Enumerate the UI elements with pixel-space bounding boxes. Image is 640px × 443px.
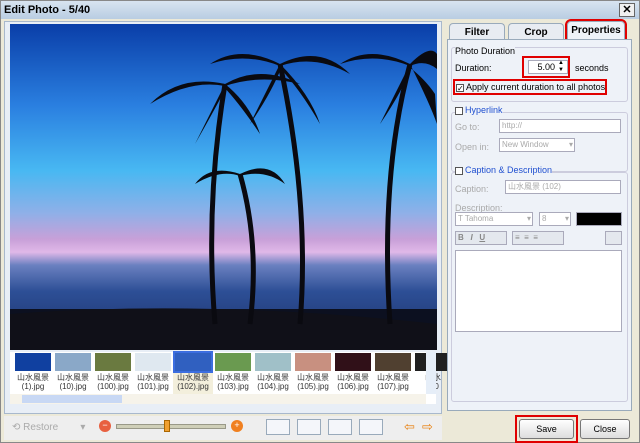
open-in-value: New Window xyxy=(502,140,549,149)
flip-horizontal-icon[interactable] xyxy=(328,419,352,435)
thumbnail-image xyxy=(135,353,171,371)
thumbnail-name: 山水風景 xyxy=(377,373,409,382)
thumbnail-name: 山水風景 xyxy=(57,373,89,382)
restore-button[interactable]: ⟲ Restore ▾ xyxy=(12,422,85,433)
zoom-slider-handle[interactable] xyxy=(163,420,170,432)
font-size-value: 8 xyxy=(542,214,547,223)
window-title: Edit Photo - 5/40 xyxy=(4,4,91,16)
align-center-icon[interactable]: ≡ xyxy=(524,233,529,242)
goto-label: Go to: xyxy=(455,122,480,132)
italic-button[interactable]: I xyxy=(470,233,472,242)
thumbnail-file: (107).jpg xyxy=(377,382,409,391)
checkbox-unchecked[interactable] xyxy=(455,166,463,175)
thumbnail-image xyxy=(375,353,411,371)
thumbnail-name: 山水風景 xyxy=(177,373,209,382)
thumbnail-name: 山水風景 xyxy=(257,373,289,382)
photo-panel: 山水(10山水風景(107).jpg山水風景(106).jpg山水風景(105)… xyxy=(4,21,451,414)
thumbnail-image xyxy=(55,353,91,371)
tab-properties[interactable]: Properties xyxy=(565,19,627,43)
next-photo-icon[interactable]: ⇨ xyxy=(422,419,433,435)
underline-button[interactable]: U xyxy=(479,233,485,242)
scrollbar-thumb[interactable] xyxy=(22,395,122,403)
previous-photo-icon[interactable]: ⇦ xyxy=(404,419,415,435)
caption-checkbox[interactable]: Caption & Description xyxy=(455,165,553,175)
thumbnail-strip: 山水(10山水風景(107).jpg山水風景(106).jpg山水風景(105)… xyxy=(10,351,451,404)
close-button[interactable]: Close xyxy=(580,419,630,439)
thumbnail-vertical-scrollbar[interactable] xyxy=(426,352,436,394)
text-style-buttons: B I U xyxy=(455,231,507,245)
duration-highlight xyxy=(522,56,570,78)
zoom-out-icon[interactable]: − xyxy=(99,420,111,432)
hyperlink-checkbox[interactable]: Hyperlink xyxy=(455,105,503,115)
thumbnail-file: (105).jpg xyxy=(297,382,329,391)
save-highlight xyxy=(515,415,578,443)
zoom-in-icon[interactable]: + xyxy=(231,420,243,432)
duration-label: Duration: xyxy=(455,63,492,73)
thumbnail-name: 山水風景 xyxy=(217,373,249,382)
thumbnail-file: (104).jpg xyxy=(257,382,289,391)
thumbnail-name: 山水風景 xyxy=(97,373,129,382)
insert-icon[interactable] xyxy=(605,231,622,245)
bold-button[interactable]: B xyxy=(458,233,464,242)
photo-toolbar: ⟲ Restore ▾ − + ⇦ ⇨ xyxy=(4,416,442,440)
thumbnail-file: (101).jpg xyxy=(137,382,169,391)
close-icon[interactable]: ✕ xyxy=(619,3,635,17)
edit-photo-window: Edit Photo - 5/40 ✕ 山水(10山水風景(107).jpg山水… xyxy=(0,0,640,443)
thumbnail-file: (100).jpg xyxy=(97,382,129,391)
thumbnail-horizontal-scrollbar[interactable] xyxy=(10,394,426,404)
thumbnail-image xyxy=(173,351,213,373)
palm-trees-image xyxy=(10,50,437,350)
thumbnail-file: (106).jpg xyxy=(337,382,369,391)
apply-all-highlight xyxy=(453,79,607,95)
rotate-right-icon[interactable] xyxy=(297,419,321,435)
font-size-select[interactable]: 8 ▾ xyxy=(539,212,571,226)
thumbnail-image xyxy=(295,353,331,371)
photo-preview xyxy=(10,24,437,350)
align-left-icon[interactable]: ≡ xyxy=(515,233,520,242)
thumbnail-image xyxy=(215,353,251,371)
thumbnail-image xyxy=(335,353,371,371)
align-buttons: ≡ ≡ ≡ xyxy=(512,231,564,245)
thumbnail-name: 山水風景 xyxy=(17,373,49,382)
thumbnail-file: (10).jpg xyxy=(59,382,87,391)
thumbnail-image xyxy=(255,353,291,371)
zoom-slider[interactable] xyxy=(116,420,226,432)
thumbnail-name: 山水風景 xyxy=(297,373,329,382)
properties-panel: Photo Duration Duration: 5.00 ▲ ▼ seconds… xyxy=(447,39,632,411)
thumbnail-name: 山水風景 xyxy=(137,373,169,382)
chevron-down-icon: ▾ xyxy=(564,214,569,223)
flip-vertical-icon[interactable] xyxy=(359,419,383,435)
thumbnail-image xyxy=(15,353,51,371)
title-bar: Edit Photo - 5/40 ✕ xyxy=(1,1,639,19)
thumbnail-image xyxy=(95,353,131,371)
font-select[interactable]: T Tahoma ▾ xyxy=(455,212,533,226)
rotate-left-icon[interactable] xyxy=(266,419,290,435)
caption-input[interactable]: 山水風景 (102) xyxy=(505,180,621,194)
photo-duration-heading: Photo Duration xyxy=(455,46,516,56)
chevron-down-icon: ▾ xyxy=(526,214,531,223)
align-right-icon[interactable]: ≡ xyxy=(533,233,538,242)
description-textarea[interactable] xyxy=(455,250,622,332)
font-value: Tahoma xyxy=(464,214,494,223)
caption-description-label: Caption & Description xyxy=(465,165,553,175)
hyperlink-label: Hyperlink xyxy=(465,105,503,115)
open-in-label: Open in: xyxy=(455,142,490,152)
thumbnail-file: (102).jpg xyxy=(177,382,209,391)
goto-input[interactable]: http:// xyxy=(499,119,621,133)
restore-label: Restore xyxy=(23,422,59,433)
seconds-label: seconds xyxy=(575,63,609,73)
caption-label: Caption: xyxy=(455,184,489,194)
thumbnail-file: (103).jpg xyxy=(217,382,249,391)
thumbnail-name: 山水風景 xyxy=(337,373,369,382)
checkbox-unchecked[interactable] xyxy=(455,106,463,115)
font-color-select[interactable] xyxy=(576,212,622,226)
open-in-select[interactable]: New Window ▾ xyxy=(499,138,575,152)
chevron-down-icon: ▾ xyxy=(568,140,573,149)
thumbnail-file: (1).jpg xyxy=(21,382,45,391)
